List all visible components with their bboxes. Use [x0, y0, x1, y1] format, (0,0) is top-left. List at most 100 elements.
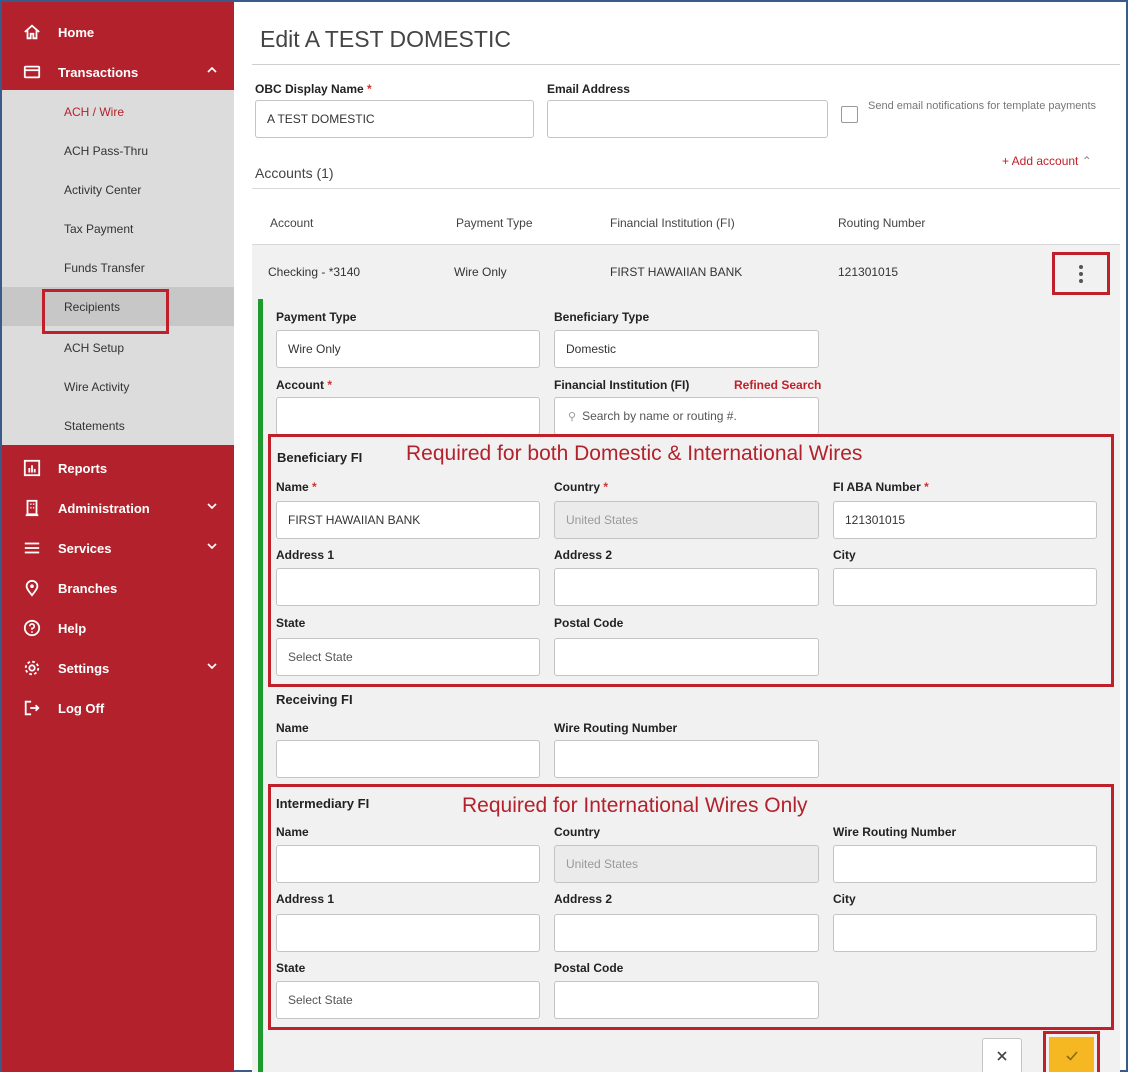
nav-services[interactable]: Services: [2, 528, 234, 568]
fi-search-input[interactable]: ⚲ Search by name or routing #.: [554, 397, 819, 435]
bfi-address2-input[interactable]: [554, 568, 819, 606]
refined-search-link[interactable]: Refined Search: [734, 378, 821, 392]
ifi-address2-input[interactable]: [554, 914, 819, 952]
ifi-routing-label: Wire Routing Number: [833, 825, 957, 839]
bfi-country-select[interactable]: United States: [554, 501, 819, 539]
bfi-name-label: Name *: [276, 480, 317, 494]
main-content: Edit A TEST DOMESTIC OBC Display Name * …: [234, 2, 1128, 1072]
ifi-state-select[interactable]: Select State: [276, 981, 540, 1019]
sidebar-item-ach-wire[interactable]: ACH / Wire: [2, 92, 234, 131]
close-icon: [997, 1051, 1007, 1061]
ifi-country-label: Country: [554, 825, 600, 839]
location-pin-icon: [22, 578, 42, 598]
save-button[interactable]: [1049, 1037, 1094, 1072]
bfi-country-label: Country *: [554, 480, 609, 494]
nav-label: Home: [58, 24, 95, 40]
ifi-address1-input[interactable]: [276, 914, 540, 952]
add-account-link[interactable]: + Add account ⌃: [1002, 154, 1092, 168]
nav-settings[interactable]: Settings: [2, 648, 234, 688]
check-icon: [1065, 1050, 1078, 1061]
email-label: Email Address: [547, 82, 630, 96]
bfi-state-select[interactable]: Select State: [276, 638, 540, 676]
more-vertical-icon: [1079, 264, 1083, 283]
beneficiary-fi-title: Beneficiary FI: [277, 450, 363, 465]
ifi-routing-input[interactable]: [833, 845, 1097, 883]
beneficiary-type-select[interactable]: Domestic: [554, 330, 819, 368]
sidebar-item-statements[interactable]: Statements: [2, 406, 234, 445]
help-icon: [22, 618, 42, 638]
nav-help[interactable]: Help: [2, 608, 234, 648]
sidebar-item-activity-center[interactable]: Activity Center: [2, 170, 234, 209]
nav-sub-label: Wire Activity: [64, 379, 130, 394]
sidebar-item-tax-payment[interactable]: Tax Payment: [2, 209, 234, 248]
bfi-state-label: State: [276, 616, 306, 630]
nav-label: Reports: [58, 460, 108, 476]
table-header-payment-type: Payment Type: [456, 216, 533, 230]
bfi-address2-label: Address 2: [554, 548, 613, 562]
row-account: Checking - *3140: [268, 265, 361, 279]
email-input[interactable]: [547, 100, 828, 138]
nav-transactions[interactable]: Transactions: [2, 52, 234, 92]
chevron-down-icon: [206, 500, 220, 514]
table-header-fi: Financial Institution (FI): [610, 216, 735, 230]
bfi-city-label: City: [833, 548, 856, 562]
building-icon: [22, 498, 42, 518]
rfi-routing-input[interactable]: [554, 740, 819, 778]
ifi-city-input[interactable]: [833, 914, 1097, 952]
rfi-name-label: Name: [276, 721, 309, 735]
home-icon: [22, 22, 42, 42]
table-header-account: Account: [270, 216, 314, 230]
nav-sub-label: Recipients: [64, 299, 121, 314]
bfi-address1-input[interactable]: [276, 568, 540, 606]
nav-label: Settings: [58, 660, 110, 676]
payment-type-select[interactable]: Wire Only: [276, 330, 540, 368]
nav-reports[interactable]: Reports: [2, 448, 234, 488]
cancel-button[interactable]: [982, 1038, 1022, 1072]
transactions-submenu: ACH / Wire ACH Pass-Thru Activity Center…: [2, 90, 234, 445]
fi-label: Financial Institution (FI): [554, 378, 690, 392]
display-name-label: OBC Display Name *: [255, 82, 372, 96]
nav-administration[interactable]: Administration: [2, 488, 234, 528]
chevron-down-icon: [206, 660, 220, 674]
ifi-postal-input[interactable]: [554, 981, 819, 1019]
bfi-postal-input[interactable]: [554, 638, 819, 676]
search-icon: ⚲: [568, 410, 577, 423]
nav-label: Branches: [58, 580, 118, 596]
sidebar-item-ach-setup[interactable]: ACH Setup: [2, 328, 234, 367]
beneficiary-type-label: Beneficiary Type: [554, 310, 650, 324]
nav-branches[interactable]: Branches: [2, 568, 234, 608]
nav-log-off[interactable]: Log Off: [2, 688, 234, 728]
nav-sub-label: Statements: [64, 418, 125, 433]
account-label: Account *: [276, 378, 333, 392]
nav-label: Log Off: [58, 700, 105, 716]
chevron-up-icon: [206, 64, 220, 78]
bfi-name-input[interactable]: FIRST HAWAIIAN BANK: [276, 501, 540, 539]
bfi-city-input[interactable]: [833, 568, 1097, 606]
nav-label: Transactions: [58, 64, 139, 80]
row-routing: 121301015: [838, 265, 899, 279]
bfi-aba-input[interactable]: 121301015: [833, 501, 1097, 539]
ifi-country-select[interactable]: United States: [554, 845, 819, 883]
sidebar-item-ach-pass-thru[interactable]: ACH Pass-Thru: [2, 131, 234, 170]
beneficiary-fi-note: Required for both Domestic & Internation…: [406, 442, 863, 465]
nav-sub-label: ACH Pass-Thru: [64, 143, 149, 158]
row-actions-button[interactable]: [1052, 252, 1110, 295]
ifi-postal-label: Postal Code: [554, 961, 624, 975]
accounts-title: Accounts (1): [255, 165, 334, 181]
nav-sub-label: ACH Setup: [64, 340, 125, 355]
title-divider: [252, 64, 1120, 65]
sidebar-item-recipients[interactable]: Recipients: [2, 287, 234, 326]
sidebar-item-wire-activity[interactable]: Wire Activity: [2, 367, 234, 406]
rfi-name-input[interactable]: [276, 740, 540, 778]
intermediary-fi-title: Intermediary FI: [276, 796, 370, 811]
ifi-name-input[interactable]: [276, 845, 540, 883]
sidebar-item-funds-transfer[interactable]: Funds Transfer: [2, 248, 234, 287]
account-input[interactable]: [276, 397, 540, 435]
email-notify-checkbox[interactable]: [841, 106, 858, 123]
table-header-routing: Routing Number: [838, 216, 926, 230]
receiving-fi-title: Receiving FI: [276, 692, 353, 707]
display-name-input[interactable]: A TEST DOMESTIC: [255, 100, 534, 138]
fi-search-placeholder: Search by name or routing #.: [582, 409, 737, 423]
nav-home[interactable]: Home: [2, 12, 234, 52]
nav-label: Help: [58, 620, 87, 636]
